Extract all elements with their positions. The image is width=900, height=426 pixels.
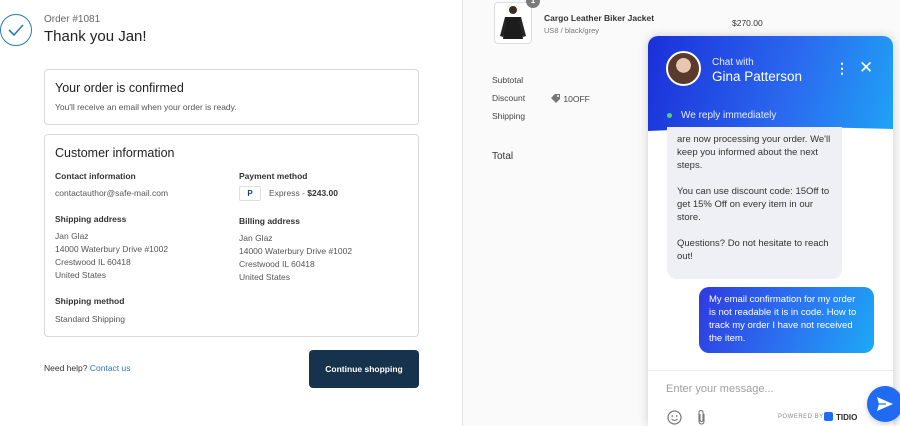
product-price: $270.00 bbox=[732, 18, 763, 28]
shipping-method-label: Shipping method bbox=[55, 296, 125, 306]
confirmed-title: Your order is confirmed bbox=[55, 81, 184, 95]
payment-prefix: Express - bbox=[269, 188, 308, 198]
more-options-icon[interactable]: ⋮ bbox=[835, 60, 849, 77]
incoming-message: are now processing your order. We'll kee… bbox=[667, 127, 842, 279]
shipping-line: Jan Glaz bbox=[55, 231, 89, 241]
payment-label: Payment method bbox=[239, 171, 308, 181]
page-title: Thank you Jan! bbox=[44, 28, 147, 45]
continue-shopping-button[interactable]: Continue shopping bbox=[309, 350, 419, 388]
customer-info-box: Customer information Contact information… bbox=[44, 134, 419, 337]
chat-with-label: Chat with bbox=[712, 57, 754, 68]
shipping-address: Jan Glaz 14000 Waterbury Drive #1002 Cre… bbox=[55, 230, 168, 282]
payment-amount: $243.00 bbox=[307, 188, 338, 198]
discount-label: Discount bbox=[492, 93, 526, 103]
product-name: Cargo Leather Biker Jacket bbox=[544, 13, 655, 23]
billing-line: United States bbox=[239, 272, 291, 282]
order-status-pane: Order #1081 Thank you Jan! Your order is… bbox=[0, 0, 462, 426]
shipping-method-value: Standard Shipping bbox=[55, 314, 125, 324]
shipping-line: Crestwood IL 60418 bbox=[55, 257, 131, 267]
status-text: We reply immediately bbox=[681, 110, 777, 121]
discount-code-text: 10OFF bbox=[563, 94, 590, 104]
check-circle-icon bbox=[0, 14, 32, 46]
chat-header: Chat with Gina Patterson ⋮ ✕ We reply im… bbox=[648, 36, 893, 137]
confirmed-text: You'll receive an email when your order … bbox=[55, 102, 237, 112]
shipping-line: 14000 Waterbury Drive #1002 bbox=[55, 244, 169, 254]
product-thumbnail bbox=[494, 2, 532, 44]
billing-address-label: Billing address bbox=[239, 216, 300, 226]
reply-status: We reply immediately bbox=[667, 110, 776, 121]
billing-line: Jan Glaz bbox=[239, 233, 273, 243]
contact-us-link[interactable]: Contact us bbox=[90, 363, 131, 373]
total-label: Total bbox=[492, 151, 514, 162]
message-paragraph: You can use discount code: 15Off to get … bbox=[677, 186, 830, 223]
message-input[interactable] bbox=[666, 383, 846, 395]
order-confirmed-box: Your order is confirmed You'll receive a… bbox=[44, 69, 419, 125]
product-variant: US8 / black/grey bbox=[544, 26, 600, 35]
payment-value: Express - $243.00 bbox=[269, 187, 338, 200]
shipping-line: United States bbox=[55, 270, 107, 280]
powered-by: POWERED BY bbox=[778, 414, 824, 420]
message-paragraph: Questions? Do not hesitate to reach out! bbox=[677, 238, 829, 262]
chat-divider bbox=[648, 370, 893, 371]
contact-value: contactauthor@safe-mail.com bbox=[55, 188, 169, 198]
help-label: Need help? bbox=[44, 363, 88, 373]
paypal-icon: P bbox=[239, 186, 261, 201]
billing-line: Crestwood IL 60418 bbox=[239, 259, 315, 269]
shipping-address-label: Shipping address bbox=[55, 214, 127, 224]
outgoing-message: My email confirmation for my order is no… bbox=[699, 287, 874, 353]
contact-label: Contact information bbox=[55, 171, 136, 181]
close-icon[interactable]: ✕ bbox=[859, 58, 873, 78]
attachment-icon[interactable] bbox=[695, 409, 708, 426]
message-paragraph: are now processing your order. We'll kee… bbox=[677, 134, 831, 171]
brand-text: TIDIO bbox=[836, 413, 858, 422]
emoji-icon[interactable] bbox=[667, 410, 682, 425]
agent-name: Gina Patterson bbox=[712, 69, 803, 84]
shipping-label: Shipping bbox=[492, 111, 526, 121]
tag-icon bbox=[551, 94, 560, 103]
quantity-badge: 1 bbox=[526, 0, 540, 8]
send-icon bbox=[877, 397, 893, 411]
help-text: Need help? Contact us bbox=[44, 363, 131, 373]
online-dot bbox=[667, 112, 672, 118]
chat-widget: Chat with Gina Patterson ⋮ ✕ We reply im… bbox=[648, 36, 893, 426]
tidio-logo: TIDIO bbox=[824, 412, 857, 422]
agent-avatar bbox=[666, 51, 701, 86]
order-number: Order #1081 bbox=[44, 14, 101, 25]
customer-info-title: Customer information bbox=[55, 146, 175, 160]
send-button[interactable] bbox=[867, 386, 900, 422]
billing-line: 14000 Waterbury Drive #1002 bbox=[239, 246, 353, 256]
tidio-mark-icon bbox=[824, 412, 833, 421]
subtotal-label: Subtotal bbox=[492, 75, 524, 85]
billing-address: Jan Glaz 14000 Waterbury Drive #1002 Cre… bbox=[239, 232, 352, 284]
discount-code: 10OFF bbox=[550, 93, 590, 104]
